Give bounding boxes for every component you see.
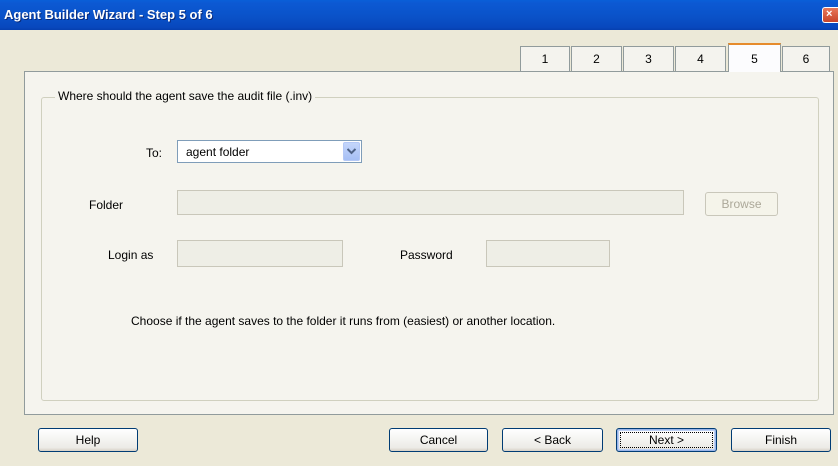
hint-text: Choose if the agent saves to the folder … [131, 314, 556, 328]
to-label: To: [146, 146, 163, 160]
close-icon[interactable]: × [822, 7, 838, 23]
tab-step-2[interactable]: 2 [571, 46, 622, 71]
folder-label: Folder [89, 198, 124, 212]
tab-step-4[interactable]: 4 [675, 46, 726, 71]
cancel-button[interactable]: Cancel [389, 428, 488, 452]
tab-step-3[interactable]: 3 [623, 46, 674, 71]
destination-value: agent folder [186, 145, 250, 159]
tab-step-5[interactable]: 5 [728, 43, 781, 72]
login-label: Login as [108, 248, 154, 262]
next-button[interactable]: Next > [616, 428, 717, 452]
window-title: Agent Builder Wizard - Step 5 of 6 [4, 7, 213, 22]
password-field[interactable] [486, 240, 610, 267]
chevron-down-icon[interactable] [343, 142, 360, 161]
help-button[interactable]: Help [38, 428, 138, 452]
browse-button[interactable]: Browse [705, 192, 778, 216]
login-field[interactable] [177, 240, 343, 267]
tab-step-1[interactable]: 1 [520, 46, 570, 71]
password-label: Password [400, 248, 453, 262]
title-bar: Agent Builder Wizard - Step 5 of 6 × [0, 0, 838, 30]
destination-dropdown[interactable]: agent folder [177, 140, 362, 163]
tab-step-6[interactable]: 6 [782, 46, 830, 71]
back-button[interactable]: < Back [502, 428, 603, 452]
focus-rect [620, 432, 713, 448]
groupbox-title: Where should the agent save the audit fi… [55, 89, 316, 103]
finish-button[interactable]: Finish [731, 428, 831, 452]
folder-field[interactable] [177, 190, 684, 215]
